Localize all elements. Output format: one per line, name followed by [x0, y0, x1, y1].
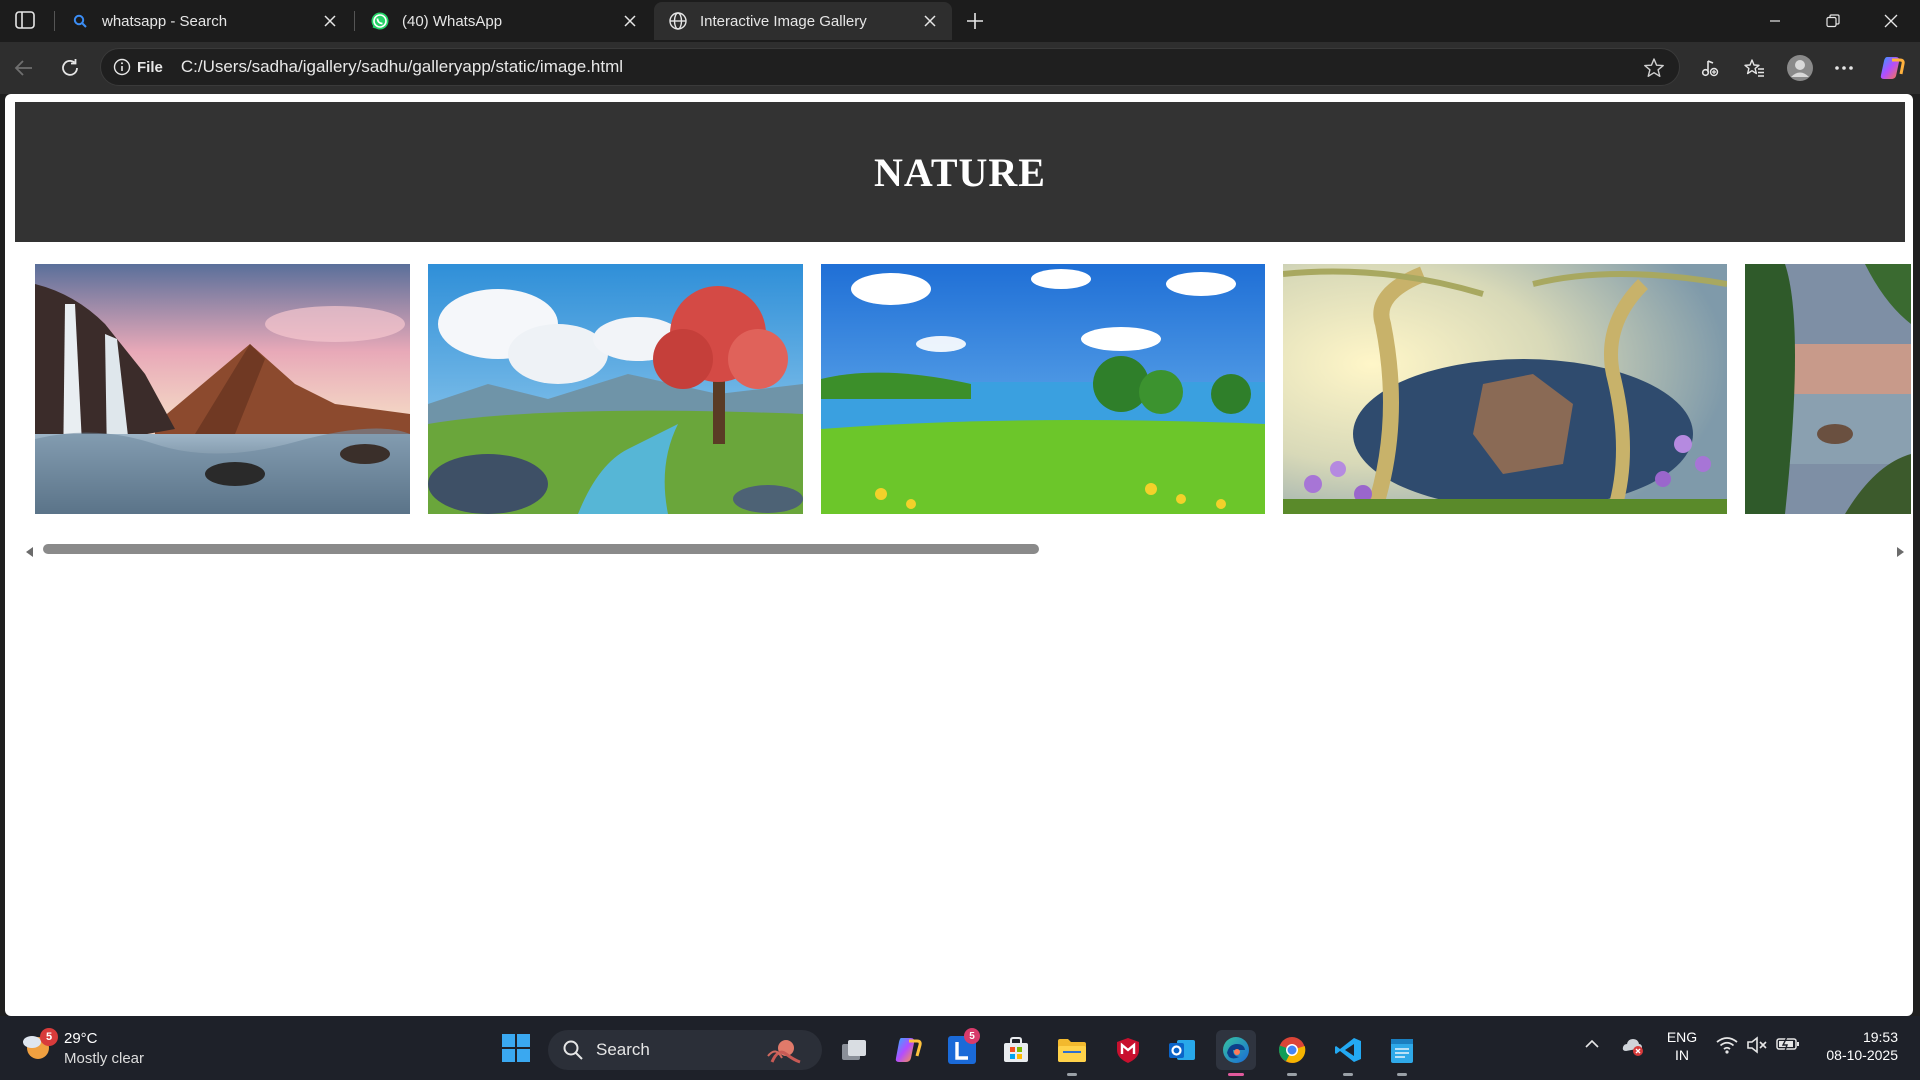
scroll-left-arrow-icon[interactable] — [25, 544, 35, 562]
new-tab-icon[interactable] — [962, 8, 988, 34]
tab-image-gallery[interactable]: Interactive Image Gallery — [654, 2, 952, 40]
onedrive-error-icon[interactable] — [1622, 1036, 1644, 1061]
language-code: ENG — [1666, 1029, 1698, 1045]
chrome-icon[interactable] — [1272, 1030, 1312, 1076]
running-indicator — [1397, 1073, 1407, 1076]
language-indicator[interactable]: ENG IN — [1662, 1028, 1702, 1064]
gallery-image-lake-green-field[interactable] — [821, 264, 1265, 514]
info-icon[interactable] — [113, 58, 131, 76]
volume-muted-icon[interactable] — [1746, 1036, 1768, 1059]
search-icon — [70, 11, 90, 31]
gallery-image-forest-lake-partial[interactable] — [1745, 264, 1911, 514]
browser-toolbar: File C:/Users/sadha/igallery/sadhu/galle… — [0, 42, 1920, 94]
weather-temp: 29°C — [64, 1030, 98, 1047]
close-tab-icon[interactable] — [918, 9, 942, 33]
page-title: NATURE — [874, 149, 1046, 195]
weather-widget[interactable]: 5 29°C Mostly clear — [20, 1026, 170, 1070]
system-clock[interactable]: 19:53 08-10-2025 — [1806, 1028, 1898, 1064]
url-text[interactable]: C:/Users/sadha/igallery/sadhu/galleryapp… — [181, 57, 623, 77]
gallery-image-red-tree-meadow[interactable] — [428, 264, 803, 514]
copilot-icon[interactable] — [1876, 52, 1908, 84]
weather-badge: 5 — [40, 1028, 58, 1046]
profile-avatar-icon[interactable] — [1784, 52, 1816, 84]
outlook-icon[interactable] — [1162, 1030, 1202, 1070]
page-header: NATURE — [15, 102, 1905, 242]
mcafee-icon[interactable] — [1108, 1030, 1148, 1070]
close-tab-icon[interactable] — [618, 9, 642, 33]
taskbar: 5 29°C Mostly clear Search 5 ENG IN 19:5… — [0, 1016, 1920, 1080]
page-viewport: NATURE — [5, 94, 1913, 1016]
address-bar[interactable]: File C:/Users/sadha/igallery/sadhu/galle… — [100, 48, 1680, 86]
favorite-star-icon[interactable] — [1643, 57, 1665, 79]
more-menu-icon[interactable] — [1828, 52, 1860, 84]
horizontal-scrollbar[interactable] — [21, 540, 1911, 558]
close-tab-icon[interactable] — [318, 9, 342, 33]
tab-separator — [54, 11, 55, 31]
gallery-image-waterfall-mountain[interactable] — [35, 264, 410, 514]
read-aloud-icon[interactable] — [1694, 52, 1726, 84]
wifi-icon[interactable] — [1716, 1036, 1738, 1059]
clock-time: 19:53 — [1862, 1029, 1898, 1045]
tab-bar: whatsapp - Search (40) WhatsApp Interact… — [0, 0, 1920, 42]
clock-date: 08-10-2025 — [1826, 1047, 1898, 1063]
tab-separator — [354, 11, 355, 31]
file-explorer-icon[interactable] — [1052, 1030, 1092, 1076]
scrollbar-thumb[interactable] — [43, 544, 1039, 554]
vscode-icon[interactable] — [1328, 1030, 1368, 1076]
tab-title: whatsapp - Search — [102, 12, 228, 30]
scroll-right-arrow-icon[interactable] — [1895, 544, 1905, 562]
weather-condition: Mostly clear — [64, 1050, 145, 1067]
search-icon — [562, 1039, 584, 1061]
battery-charging-icon[interactable] — [1776, 1036, 1800, 1057]
reload-icon[interactable] — [54, 52, 86, 84]
image-gallery[interactable] — [35, 264, 1911, 514]
running-indicator — [1343, 1073, 1353, 1076]
notepad-icon[interactable] — [1382, 1030, 1422, 1076]
edge-icon[interactable] — [1216, 1030, 1256, 1076]
linkedin-badge: 5 — [964, 1028, 980, 1044]
restore-icon[interactable] — [1810, 6, 1856, 36]
windows-start-icon[interactable] — [502, 1034, 530, 1062]
minimize-icon[interactable] — [1752, 6, 1798, 36]
back-icon[interactable] — [8, 52, 40, 84]
tab-whatsapp-search[interactable]: whatsapp - Search — [56, 2, 352, 40]
show-hidden-icons-chevron-icon[interactable] — [1584, 1036, 1600, 1057]
task-view-icon[interactable] — [834, 1030, 874, 1070]
region-code: IN — [1675, 1047, 1689, 1063]
tab-title: Interactive Image Gallery — [700, 12, 867, 30]
linkedin-icon[interactable]: 5 — [942, 1028, 982, 1070]
scheme-label: File — [137, 58, 163, 76]
active-indicator — [1228, 1073, 1244, 1076]
whatsapp-icon — [370, 11, 390, 31]
microsoft-store-icon[interactable] — [996, 1030, 1036, 1070]
tab-whatsapp[interactable]: (40) WhatsApp — [356, 2, 652, 40]
running-indicator — [1287, 1073, 1297, 1076]
running-indicator — [1067, 1073, 1077, 1076]
favorites-icon[interactable] — [1738, 52, 1770, 84]
globe-icon — [668, 11, 688, 31]
gallery-image-golden-trees-rock[interactable] — [1283, 264, 1727, 514]
search-label: Search — [596, 1040, 650, 1059]
copilot-app-icon[interactable] — [888, 1030, 928, 1070]
sidebar-toggle-icon[interactable] — [14, 10, 36, 30]
close-window-icon[interactable] — [1868, 6, 1914, 36]
tab-title: (40) WhatsApp — [402, 12, 503, 30]
taskbar-search[interactable]: Search — [548, 1030, 822, 1070]
search-highlight-icon — [762, 1036, 810, 1064]
